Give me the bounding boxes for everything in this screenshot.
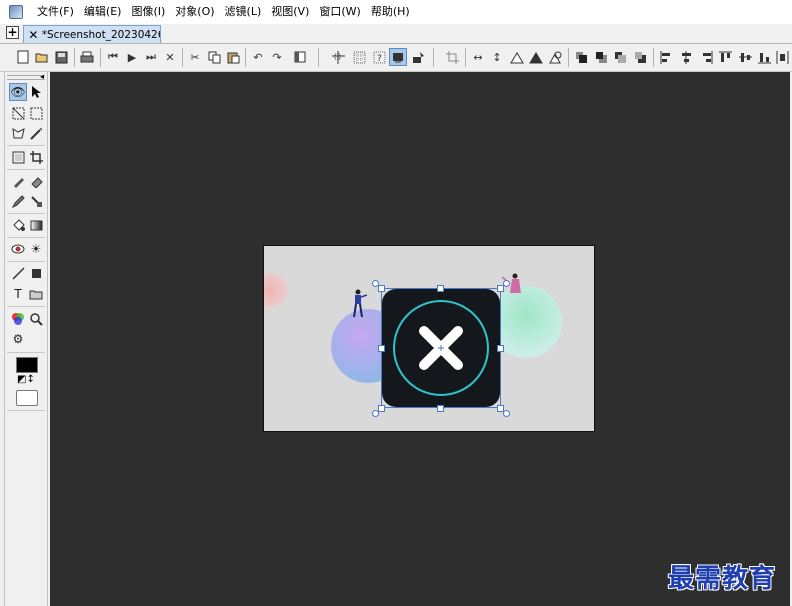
pointer-tool-icon[interactable]: [27, 83, 45, 101]
shape-tool-icon[interactable]: [27, 264, 45, 282]
crosshair-icon[interactable]: [329, 48, 347, 66]
panel-icon[interactable]: [291, 48, 309, 66]
pin-icon[interactable]: [409, 48, 427, 66]
menu-help[interactable]: 帮助(H): [366, 0, 415, 24]
brush-tool-icon[interactable]: [9, 172, 27, 190]
handle-top-left[interactable]: [378, 285, 385, 292]
grid-icon[interactable]: [350, 48, 368, 66]
rotate-handle-bottom-right[interactable]: [503, 410, 510, 417]
menu-object[interactable]: 对象(O): [170, 0, 219, 24]
tab-label: *Screenshot_20230426...: [41, 28, 160, 41]
svg-text:?: ?: [377, 54, 382, 64]
paste-icon[interactable]: [224, 48, 242, 66]
brightness-tool-icon[interactable]: ☀: [27, 240, 45, 258]
rect-select-icon[interactable]: [27, 104, 45, 122]
align-bottom-icon[interactable]: [755, 48, 773, 66]
rotate-handle-top-right[interactable]: [503, 280, 510, 287]
save-icon[interactable]: [52, 48, 70, 66]
selection-box[interactable]: [381, 288, 501, 408]
rotate-handle-bottom-left[interactable]: [372, 410, 379, 417]
tab-strip: + ✕ *Screenshot_20230426...: [0, 24, 792, 44]
menu-window[interactable]: 窗口(W): [314, 0, 365, 24]
tool-panel: ◂ 👁 ☀ T ⚙ ◩↕: [4, 72, 48, 606]
layer-down-icon[interactable]: [631, 48, 649, 66]
print-icon[interactable]: [78, 48, 96, 66]
eraser-tool-icon[interactable]: [27, 172, 45, 190]
app-icon: [9, 5, 23, 19]
handle-bottom-left[interactable]: [378, 405, 385, 412]
flip-v-icon[interactable]: ↕: [488, 48, 506, 66]
watermark: 最需教育: [668, 564, 777, 594]
align-left-icon[interactable]: [657, 48, 675, 66]
gradient-tool-icon[interactable]: [27, 216, 45, 234]
toolbar: ⏮ ▶ ⏭ ✕ ✂ ↶ ↷ ? ↔ ↕: [0, 44, 792, 72]
object-tool-icon[interactable]: [27, 285, 45, 303]
crop-icon[interactable]: [443, 48, 461, 66]
undo-icon[interactable]: ↶: [249, 48, 267, 66]
next-icon[interactable]: ⏭: [142, 48, 160, 66]
image-canvas[interactable]: [263, 245, 595, 432]
frame-tool-icon[interactable]: [9, 148, 27, 166]
handle-bottom[interactable]: [437, 405, 444, 412]
open-icon[interactable]: [33, 48, 51, 66]
stamp-tool-icon[interactable]: [27, 192, 45, 210]
menu-filter[interactable]: 滤镜(L): [220, 0, 267, 24]
bring-front-icon[interactable]: [572, 48, 590, 66]
handle-left[interactable]: [378, 345, 385, 352]
menu-image[interactable]: 图像(I): [126, 0, 170, 24]
handle-top-right[interactable]: [497, 285, 504, 292]
tab-document[interactable]: ✕ *Screenshot_20230426...: [23, 25, 161, 43]
rotate-right-icon[interactable]: [527, 48, 545, 66]
line-tool-icon[interactable]: [9, 264, 27, 282]
panel-collapse-icon[interactable]: ◂: [40, 72, 44, 81]
align-middle-icon[interactable]: [736, 48, 754, 66]
copy-icon[interactable]: [205, 48, 223, 66]
rotate-handle-top-left[interactable]: [372, 280, 379, 287]
polygon-lasso-icon[interactable]: [9, 124, 27, 142]
menu-edit[interactable]: 编辑(E): [79, 0, 127, 24]
magic-wand-icon[interactable]: [27, 124, 45, 142]
flip-h-icon[interactable]: ↔: [469, 48, 487, 66]
frame-icon[interactable]: [389, 48, 407, 66]
rotate-free-icon[interactable]: [546, 48, 564, 66]
crop-tool-icon[interactable]: [27, 148, 45, 166]
redo-icon[interactable]: ↷: [268, 48, 286, 66]
settings-gear-icon[interactable]: ⚙: [9, 330, 27, 348]
red-eye-tool-icon[interactable]: [9, 240, 27, 258]
align-center-icon[interactable]: [677, 48, 695, 66]
distribute-icon[interactable]: [773, 48, 791, 66]
handle-top[interactable]: [437, 285, 444, 292]
first-icon[interactable]: ⏮: [104, 48, 122, 66]
fill-tool-icon[interactable]: [9, 216, 27, 234]
zoom-tool-icon[interactable]: [27, 310, 45, 328]
help-icon[interactable]: ?: [370, 48, 388, 66]
handle-right[interactable]: [497, 345, 504, 352]
send-back-icon[interactable]: [592, 48, 610, 66]
align-right-icon[interactable]: [697, 48, 715, 66]
pink-sphere: [264, 272, 288, 308]
align-top-icon[interactable]: [716, 48, 734, 66]
menu-view[interactable]: 视图(V): [266, 0, 314, 24]
close-icon[interactable]: ✕: [161, 48, 179, 66]
workspace[interactable]: [50, 72, 790, 606]
background-color-swatch[interactable]: [16, 390, 38, 406]
pencil-tool-icon[interactable]: [9, 192, 27, 210]
foreground-color-swatch[interactable]: [16, 357, 38, 373]
prev-icon[interactable]: ▶: [123, 48, 141, 66]
rotate-left-icon[interactable]: [508, 48, 526, 66]
new-tab-button[interactable]: +: [6, 26, 19, 39]
menu-file[interactable]: 文件(F): [32, 0, 79, 24]
close-tab-icon[interactable]: ✕: [28, 29, 39, 41]
view-tool-eye-icon[interactable]: 👁: [9, 83, 27, 101]
color-picker-icon[interactable]: [9, 310, 27, 328]
cut-icon[interactable]: ✂: [186, 48, 204, 66]
layer-up-icon[interactable]: [611, 48, 629, 66]
new-icon[interactable]: [14, 48, 32, 66]
lasso-select-icon[interactable]: [9, 104, 27, 122]
text-tool-icon[interactable]: T: [9, 285, 27, 303]
menubar: 文件(F) 编辑(E) 图像(I) 对象(O) 滤镜(L) 视图(V) 窗口(W…: [0, 0, 792, 24]
swap-colors-icon[interactable]: ◩↕: [17, 374, 35, 385]
